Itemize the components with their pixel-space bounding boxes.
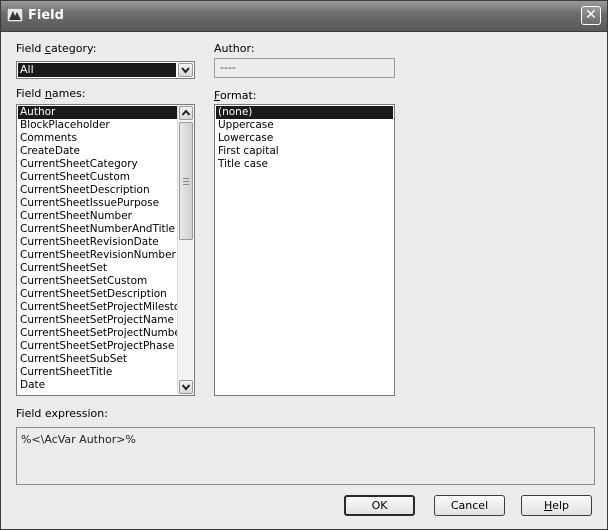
field-category-label: Field category: bbox=[16, 42, 97, 55]
field-name-item[interactable]: CurrentSheetNumber bbox=[18, 210, 180, 223]
chevron-up-icon bbox=[181, 109, 191, 116]
field-name-item[interactable]: CurrentSheetRevisionNumber bbox=[18, 249, 180, 262]
field-dialog: Field ✕ Field category: All Author: ----… bbox=[0, 0, 608, 530]
field-name-item[interactable]: CurrentSheetSetProjectName bbox=[18, 314, 180, 327]
field-name-item[interactable]: BlockPlaceholder bbox=[18, 119, 180, 132]
field-name-item[interactable]: CurrentSheetSetDescription bbox=[18, 288, 180, 301]
format-item[interactable]: Lowercase bbox=[216, 132, 393, 145]
format-label: Format: bbox=[214, 89, 257, 102]
field-name-item[interactable]: CreateDate bbox=[18, 145, 180, 158]
chevron-down-icon bbox=[181, 384, 191, 391]
format-items: (none) Uppercase Lowercase First capital Tit… bbox=[216, 106, 393, 171]
field-names-list[interactable]: Author BlockPlaceholder Comments CreateDate… bbox=[16, 104, 195, 396]
field-name-item[interactable]: CurrentSheetSetProjectMilestone bbox=[18, 301, 193, 314]
dialog-title: Field bbox=[28, 8, 64, 23]
author-label: Author: bbox=[214, 42, 255, 55]
field-name-item[interactable]: CurrentSheetTitle bbox=[18, 366, 180, 379]
field-name-item[interactable]: Author bbox=[18, 106, 180, 119]
ok-button[interactable]: OK bbox=[344, 495, 415, 516]
field-names-items: Author BlockPlaceholder Comments CreateDate… bbox=[18, 106, 193, 392]
title-bar[interactable]: Field ✕ bbox=[1, 1, 607, 32]
field-name-item[interactable]: CurrentSheetSubSet bbox=[18, 353, 180, 366]
field-name-item[interactable]: CurrentSheetSetCustom bbox=[18, 275, 180, 288]
field-names-label: Field names: bbox=[16, 87, 86, 100]
field-name-item[interactable]: Comments bbox=[18, 132, 180, 145]
scroll-up-button[interactable] bbox=[179, 106, 193, 120]
field-name-item[interactable]: CurrentSheetIssuePurpose bbox=[18, 197, 180, 210]
chevron-down-icon bbox=[181, 67, 190, 74]
field-name-item[interactable]: CurrentSheetSetProjectPhase bbox=[18, 340, 180, 353]
dropdown-arrow-button[interactable] bbox=[178, 63, 193, 77]
format-item[interactable]: Title case bbox=[216, 158, 393, 171]
format-item[interactable]: (none) bbox=[216, 106, 393, 119]
help-button[interactable]: Help bbox=[521, 495, 592, 516]
field-expression-box: %<\AcVar Author>% bbox=[16, 427, 595, 485]
field-expression-label: Field expression: bbox=[16, 407, 108, 420]
field-name-item[interactable]: CurrentSheetRevisionDate bbox=[18, 236, 180, 249]
author-value-field: ---- bbox=[214, 58, 395, 78]
field-name-item[interactable]: CurrentSheetNumberAndTitle bbox=[18, 223, 180, 236]
scroll-down-button[interactable] bbox=[179, 380, 193, 394]
field-name-item[interactable]: CurrentSheetSetProjectNumber bbox=[18, 327, 185, 340]
field-names-scrollbar[interactable] bbox=[177, 105, 194, 395]
scroll-thumb[interactable] bbox=[179, 122, 193, 240]
field-category-dropdown[interactable]: All bbox=[16, 61, 195, 79]
field-name-item[interactable]: CurrentSheetDescription bbox=[18, 184, 180, 197]
field-category-value: All bbox=[18, 63, 176, 77]
autocad-icon bbox=[7, 8, 23, 22]
field-name-item[interactable]: CurrentSheetCustom bbox=[18, 171, 180, 184]
close-button[interactable]: ✕ bbox=[581, 6, 601, 25]
field-name-item[interactable]: CurrentSheetCategory bbox=[18, 158, 180, 171]
cancel-button[interactable]: Cancel bbox=[434, 495, 505, 516]
field-name-item[interactable]: Date bbox=[18, 379, 180, 392]
format-item[interactable]: First capital bbox=[216, 145, 393, 158]
format-item[interactable]: Uppercase bbox=[216, 119, 393, 132]
close-icon: ✕ bbox=[585, 7, 597, 23]
field-name-item[interactable]: CurrentSheetSet bbox=[18, 262, 180, 275]
format-list[interactable]: (none) Uppercase Lowercase First capital Tit… bbox=[214, 104, 395, 396]
